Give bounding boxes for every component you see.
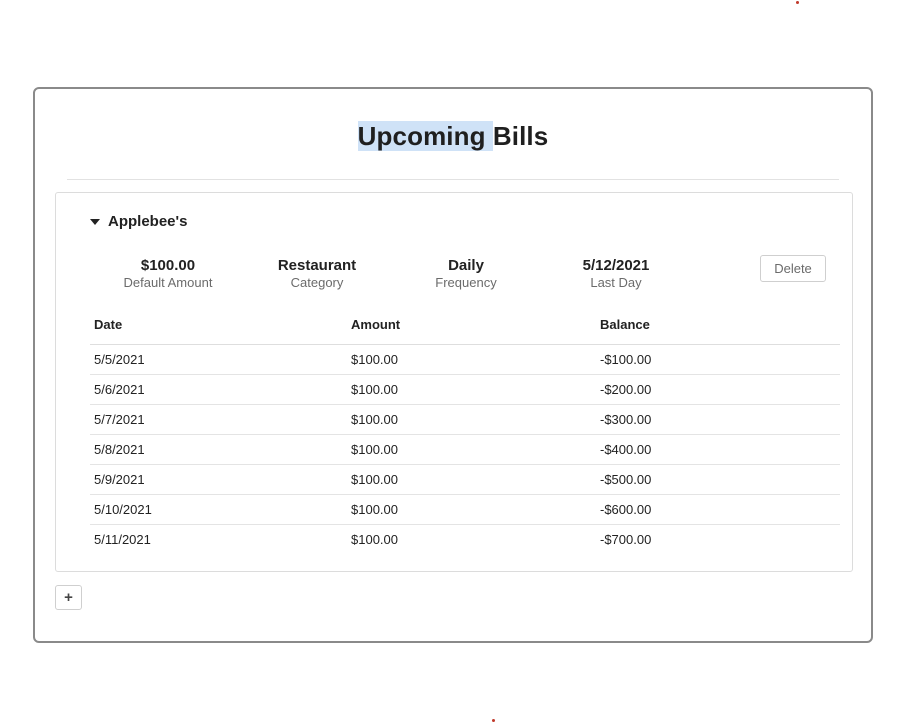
table-header-row: Date Amount Balance — [90, 306, 840, 345]
cell-balance: -$600.00 — [596, 494, 840, 525]
cell-amount: $100.00 — [347, 374, 596, 405]
stat-last-day: 5/12/2021 Last Day — [546, 257, 686, 291]
table-row: 5/8/2021 $100.00 -$400.00 — [90, 434, 840, 465]
header-date: Date — [90, 306, 347, 345]
stat-default-amount: $100.00 Default Amount — [98, 257, 238, 291]
table-row: 5/6/2021 $100.00 -$200.00 — [90, 374, 840, 405]
cell-date: 5/11/2021 — [94, 531, 151, 547]
table-row: 5/5/2021 $100.00 -$100.00 — [90, 344, 840, 375]
table-row: 5/11/2021 $100.00 -$700.00 — [90, 524, 840, 554]
stat-label: Category — [290, 275, 344, 290]
cell-balance: -$200.00 — [596, 374, 840, 405]
cell-amount: $100.00 — [347, 464, 596, 495]
header-balance: Balance — [596, 306, 840, 345]
cell-date: 5/10/2021 — [90, 494, 347, 525]
cell-balance: -$700.00 — [600, 531, 652, 547]
stat-value: 5/12/2021 — [582, 257, 650, 274]
cell-amount: $100.00 — [347, 404, 596, 435]
stat-value: $100.00 — [140, 257, 196, 274]
cell-balance: -$300.00 — [596, 404, 840, 435]
page-title-highlighted: Upcoming — [357, 121, 493, 151]
add-bill-button[interactable]: + — [55, 585, 82, 610]
transactions-table: Date Amount Balance 5/5/2021 $100.00 -$1… — [90, 306, 840, 554]
bill-name: Applebee's — [108, 213, 188, 230]
cell-balance: -$500.00 — [596, 464, 840, 495]
upcoming-bills-panel: Upcoming Bills Applebee's $100.00 Defaul… — [33, 87, 873, 643]
cell-date: 5/7/2021 — [90, 404, 347, 435]
cell-amount: $100.00 — [347, 344, 596, 375]
cell-amount: $100.00 — [351, 531, 398, 547]
delete-button[interactable]: Delete — [760, 255, 826, 282]
bill-card: Applebee's $100.00 Default Amount Restau… — [55, 192, 853, 572]
bill-toggle[interactable]: Applebee's — [90, 213, 187, 230]
decorative-dot — [492, 719, 495, 722]
cell-date: 5/5/2021 — [90, 344, 347, 375]
title-divider — [67, 179, 839, 180]
cell-date: 5/8/2021 — [90, 434, 347, 465]
cell-amount: $100.00 — [347, 494, 596, 525]
stat-frequency: Daily Frequency — [396, 257, 536, 291]
stat-category: Restaurant Category — [247, 257, 387, 291]
table-row: 5/7/2021 $100.00 -$300.00 — [90, 404, 840, 435]
stat-value: Daily — [448, 257, 484, 274]
caret-down-icon — [90, 219, 100, 225]
page-title-rest: Bills — [492, 121, 549, 151]
cell-balance: -$400.00 — [596, 434, 840, 465]
page-title: Upcoming Bills — [35, 121, 871, 152]
page-title-wrap: Upcoming Bills — [35, 121, 871, 152]
stat-label: Default Amount — [123, 275, 213, 290]
stat-label: Frequency — [435, 275, 497, 290]
cell-date: 5/9/2021 — [90, 464, 347, 495]
decorative-dot — [796, 1, 799, 4]
stat-label: Last Day — [590, 275, 642, 290]
cell-amount: $100.00 — [347, 434, 596, 465]
table-row: 5/10/2021 $100.00 -$600.00 — [90, 494, 840, 525]
header-amount: Amount — [347, 306, 596, 345]
stat-value: Restaurant — [277, 257, 357, 274]
table-row: 5/9/2021 $100.00 -$500.00 — [90, 464, 840, 495]
cell-balance: -$100.00 — [596, 344, 840, 375]
cell-date: 5/6/2021 — [90, 374, 347, 405]
